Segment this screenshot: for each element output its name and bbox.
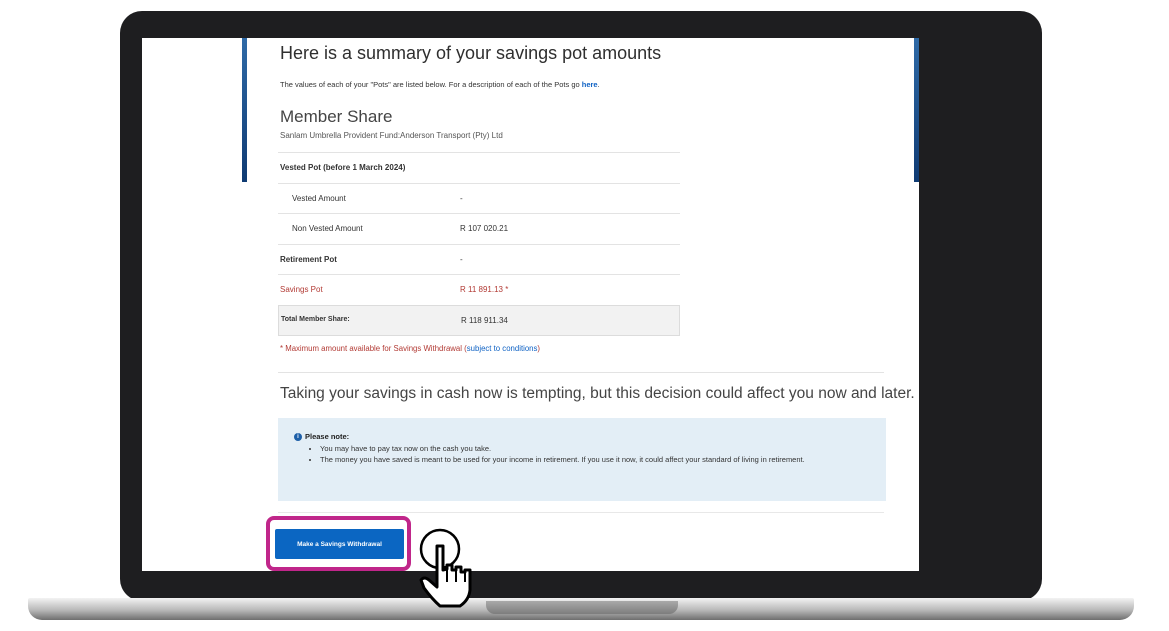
row-value: - xyxy=(460,254,463,264)
note-box: iPlease note: You may have to pay tax no… xyxy=(278,418,886,501)
page-title: Here is a summary of your savings pot am… xyxy=(280,43,662,63)
hand-pointer-icon xyxy=(419,528,472,608)
right-accent-bar xyxy=(914,38,919,182)
footnote: * Maximum amount available for Savings W… xyxy=(280,344,540,353)
row-value: - xyxy=(460,193,463,203)
pots-description-link[interactable]: here xyxy=(582,80,598,89)
row-label: Non Vested Amount xyxy=(292,224,363,233)
conditions-link[interactable]: subject to conditions xyxy=(467,344,538,353)
row-label: Total Member Share: xyxy=(281,315,350,323)
table-total-row: Total Member Share: R 118 911.34 xyxy=(278,304,680,336)
row-label: Retirement Pot xyxy=(280,254,337,264)
row-value: R 118 911.34 xyxy=(461,315,508,325)
fund-name: Sanlam Umbrella Provident Fund:Anderson … xyxy=(280,131,503,140)
table-row: Non Vested Amount R 107 020.21 xyxy=(278,213,680,244)
note-title: Please note: xyxy=(305,432,350,441)
divider xyxy=(278,372,884,373)
table-row: Retirement Pot - xyxy=(278,243,680,275)
row-label: Savings Pot xyxy=(280,285,323,294)
table-row: Vested Pot (before 1 March 2024) xyxy=(278,152,680,183)
laptop-base-notch xyxy=(486,601,678,614)
divider xyxy=(278,512,884,513)
pots-table: Vested Pot (before 1 March 2024) Vested … xyxy=(278,152,680,336)
left-accent-bar xyxy=(242,38,247,182)
button-highlight xyxy=(266,516,411,571)
footnote-text: * Maximum amount available for Savings W… xyxy=(280,344,467,353)
intro-text-body: The values of each of your "Pots" are li… xyxy=(280,80,580,89)
info-icon: i xyxy=(294,433,302,442)
member-share-title: Member Share xyxy=(280,107,393,126)
warning-heading: Taking your savings in cash now is tempt… xyxy=(280,385,915,402)
row-label: Vested Pot (before 1 March 2024) xyxy=(280,163,406,172)
note-item: You may have to pay tax now on the cash … xyxy=(320,443,880,454)
footnote-end: ) xyxy=(537,344,541,353)
table-row: Savings Pot R 11 891.13 * xyxy=(278,274,680,305)
main-content: Here is a summary of your savings pot am… xyxy=(248,38,915,571)
row-label: Vested Amount xyxy=(292,193,346,203)
intro-text-end: . xyxy=(597,80,600,89)
laptop-screen: Here is a summary of your savings pot am… xyxy=(142,38,919,571)
row-value: R 107 020.21 xyxy=(460,224,509,233)
row-value: R 11 891.13 * xyxy=(460,285,509,294)
table-row: Vested Amount - xyxy=(278,182,680,214)
note-list: You may have to pay tax now on the cash … xyxy=(312,443,880,465)
note-item: The money you have saved is meant to be … xyxy=(320,454,880,465)
note-heading: i Please note: xyxy=(294,432,350,442)
intro-text: The values of each of your "Pots" are li… xyxy=(280,80,600,89)
